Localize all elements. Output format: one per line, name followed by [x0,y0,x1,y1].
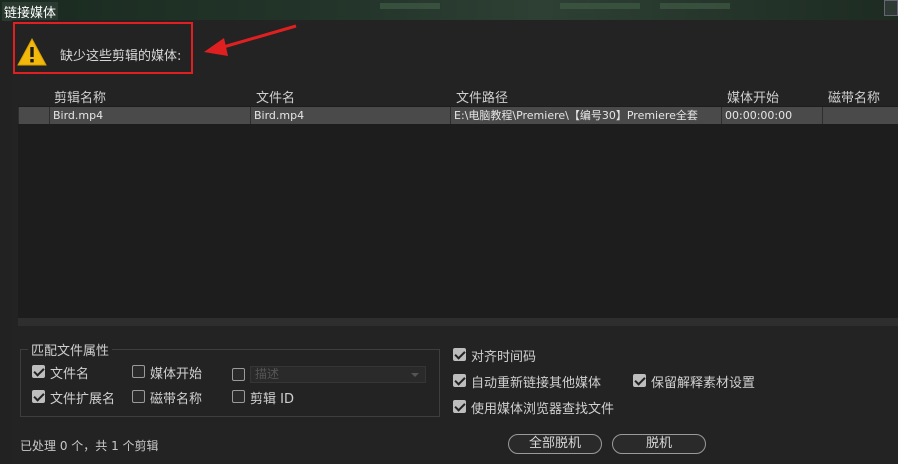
column-header-media-start[interactable]: 媒体开始 [727,87,779,106]
row-handle [18,107,49,124]
auto-relink-label: 自动重新链接其他媒体 [471,376,602,391]
file-extension-label: 文件扩展名 [50,392,116,407]
media-start-label: 媒体开始 [150,367,203,382]
column-header-clip-name[interactable]: 剪辑名称 [54,87,106,106]
background-decoration [660,3,730,9]
missing-media-table: 剪辑名称 文件名 文件路径 媒体开始 磁带名称 Bird.mp4 Bird.mp… [18,86,898,326]
background-decoration [380,3,440,9]
annotation-arrow-icon [204,24,297,56]
column-header-file-name[interactable]: 文件名 [256,87,295,106]
align-timecode-label: 对齐时间码 [471,350,537,365]
background-decoration [560,3,640,9]
clip-id-label: 剪辑 ID [250,392,294,407]
cell-file-name: Bird.mp4 [250,107,450,124]
table-row[interactable]: Bird.mp4 Bird.mp4 E:\电脑教程\Premiere\【编号30… [18,107,898,124]
align-timecode-checkbox[interactable] [453,348,466,361]
column-header-file-path[interactable]: 文件路径 [456,87,508,106]
file-name-checkbox[interactable] [32,365,45,378]
description-checkbox[interactable] [232,368,245,381]
cell-clip-name: Bird.mp4 [49,107,250,124]
preserve-interpret-checkbox[interactable] [633,374,646,387]
tape-name-label: 磁带名称 [150,392,203,407]
preserve-interpret-label: 保留解释素材设置 [651,376,756,391]
description-value: 描述 [255,367,280,381]
window-title: 链接媒体 [2,2,59,21]
use-media-browser-checkbox[interactable] [453,400,466,413]
offline-button[interactable]: 脱机 [612,434,706,454]
cell-file-path: E:\电脑教程\Premiere\【编号30】Premiere全套 [450,107,721,124]
horizontal-scrollbar[interactable] [18,318,898,326]
status-text: 已处理 0 个，共 1 个剪辑 [20,439,159,453]
offline-all-button[interactable]: 全部脱机 [508,434,602,454]
highlight-box [13,22,193,74]
title-bar: 链接媒体 [0,0,898,21]
cell-tape-name [822,107,898,124]
table-header: 剪辑名称 文件名 文件路径 媒体开始 磁带名称 [18,86,898,106]
use-media-browser-label: 使用媒体浏览器查找文件 [471,402,615,417]
description-dropdown[interactable]: 描述 [250,366,426,383]
chevron-down-icon [411,373,419,377]
close-button[interactable] [884,0,898,16]
match-properties-title: 匹配文件属性 [28,340,113,359]
clip-id-checkbox[interactable] [232,390,245,403]
cell-media-start: 00:00:00:00 [721,107,822,124]
auto-relink-checkbox[interactable] [453,374,466,387]
media-start-checkbox[interactable] [132,365,145,378]
column-header-tape-name[interactable]: 磁带名称 [828,87,880,106]
file-extension-checkbox[interactable] [32,390,45,403]
tape-name-checkbox[interactable] [132,390,145,403]
file-name-label: 文件名 [50,367,90,382]
